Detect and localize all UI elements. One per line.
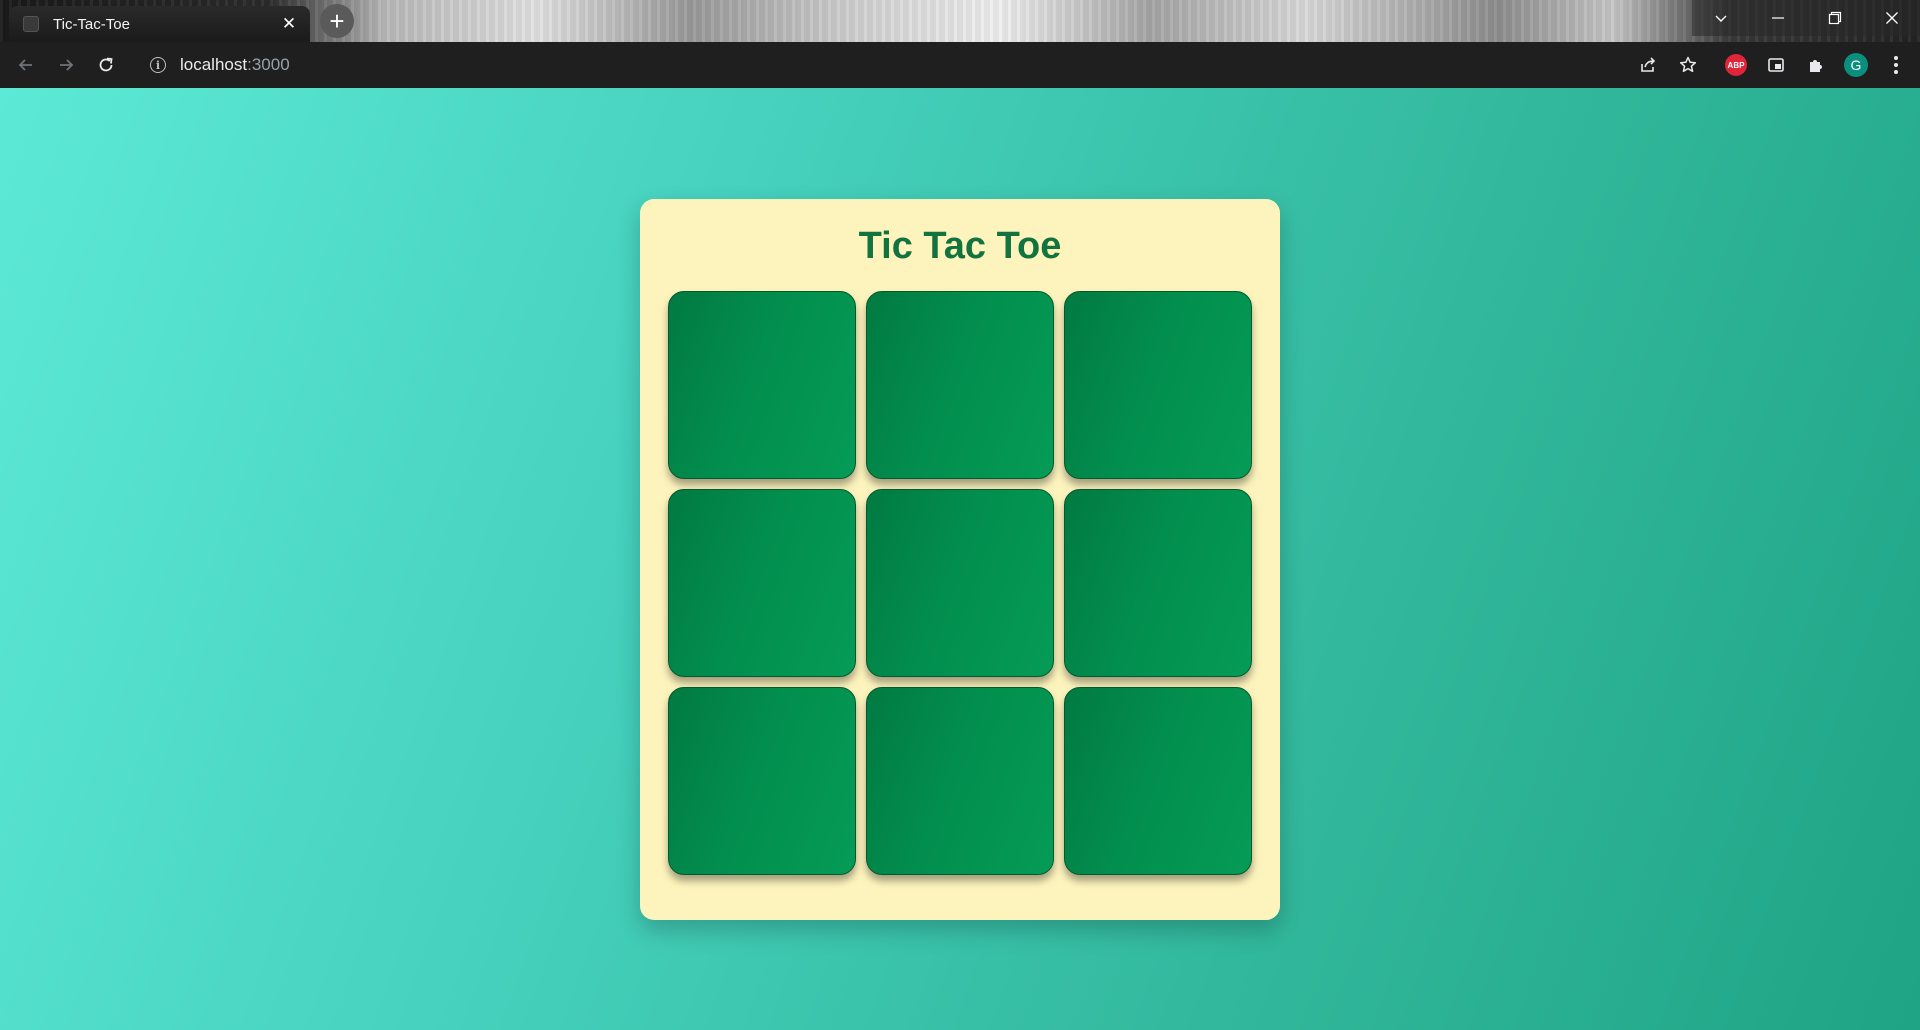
arrow-left-icon (18, 59, 32, 71)
board-cell-2[interactable] (866, 291, 1054, 479)
adblock-icon: ABP (1725, 54, 1747, 76)
browser-toolbar: i localhost :3000 ABP G (0, 42, 1920, 88)
board-cell-7[interactable] (668, 687, 856, 875)
profile-avatar: G (1844, 53, 1868, 77)
adblock-extension-button[interactable]: ABP (1716, 45, 1756, 85)
reload-icon (99, 57, 113, 72)
profile-button[interactable]: G (1836, 45, 1876, 85)
close-window-button[interactable] (1863, 0, 1920, 36)
page-favicon-icon (23, 16, 39, 32)
reload-button[interactable] (86, 45, 126, 85)
board-cell-3[interactable] (1064, 291, 1252, 479)
url-host: localhost (180, 55, 248, 74)
board-cell-8[interactable] (866, 687, 1054, 875)
restore-button[interactable] (1806, 0, 1863, 36)
game-title: Tic Tac Toe (858, 225, 1062, 267)
board-cell-6[interactable] (1064, 489, 1252, 677)
new-tab-button[interactable]: + (320, 4, 354, 38)
board-cell-9[interactable] (1064, 687, 1252, 875)
url-port: :3000 (247, 55, 290, 74)
toolbar-actions: ABP G (1628, 42, 1920, 88)
board-cell-1[interactable] (668, 291, 856, 479)
forward-button[interactable] (46, 45, 86, 85)
tab-search-chevron-icon[interactable] (1692, 0, 1749, 36)
tab-close-icon[interactable]: ✕ (278, 13, 300, 35)
more-vertical-icon (1894, 56, 1898, 74)
browser-menu-button[interactable] (1876, 45, 1916, 85)
share-icon[interactable] (1628, 45, 1668, 85)
board-cell-5[interactable] (866, 489, 1054, 677)
page-viewport: Tic Tac Toe (0, 88, 1920, 1030)
minimize-button[interactable] (1749, 0, 1806, 36)
bookmark-star-icon[interactable] (1668, 45, 1708, 85)
address-bar[interactable]: i localhost :3000 (140, 47, 1700, 83)
back-button[interactable] (6, 45, 46, 85)
board-cell-4[interactable] (668, 489, 856, 677)
tab-title: Tic-Tac-Toe (53, 15, 130, 33)
browser-tab[interactable]: Tic-Tac-Toe ✕ (9, 6, 310, 42)
extensions-puzzle-icon[interactable] (1796, 45, 1836, 85)
media-control-icon[interactable] (1756, 45, 1796, 85)
arrow-right-icon (60, 59, 74, 71)
game-container: Tic Tac Toe (640, 199, 1280, 920)
browser-tab-strip: Tic-Tac-Toe ✕ + (0, 0, 1920, 42)
window-controls (1692, 0, 1920, 36)
site-info-icon[interactable]: i (150, 57, 166, 73)
game-board (668, 291, 1252, 875)
